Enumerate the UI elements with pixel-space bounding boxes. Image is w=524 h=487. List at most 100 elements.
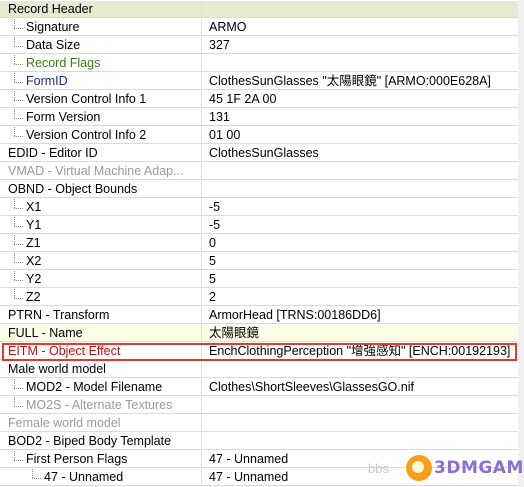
row-label: FormID	[26, 74, 68, 88]
tree-row[interactable]: Male world model	[0, 361, 524, 378]
tree-row[interactable]: Y1 -5	[0, 217, 524, 234]
tree-row[interactable]: Signature ARMO	[0, 19, 524, 36]
tree-guide-line	[14, 136, 23, 137]
tree-guide-line	[14, 379, 15, 388]
tree-row[interactable]: Version Control Info 2 01 00	[0, 127, 524, 144]
tree-guide-line	[14, 100, 23, 101]
tree-guide-line	[14, 91, 15, 100]
tree-guide-line	[14, 208, 23, 209]
row-label: Record Flags	[26, 56, 101, 70]
tree-guide-line	[14, 244, 23, 245]
tree-row[interactable]: Record Header	[0, 1, 524, 18]
row-label: X2	[26, 254, 42, 268]
row-value: -5	[209, 218, 221, 232]
column-separator	[201, 289, 202, 306]
column-separator	[201, 127, 202, 144]
column-separator	[201, 361, 202, 378]
tree-row[interactable]: EDID - Editor ID ClothesSunGlasses	[0, 145, 524, 162]
column-separator	[201, 199, 202, 216]
tree-guide-line	[14, 118, 23, 119]
tree-guide-line	[14, 37, 15, 46]
row-value: 太陽眼鏡	[209, 326, 260, 340]
row-label: Male world model	[8, 362, 106, 376]
tree-row[interactable]: Form Version 131	[0, 109, 524, 126]
tree-guide-line	[14, 451, 15, 460]
tree-guide-line	[14, 19, 15, 28]
row-label: First Person Flags	[26, 452, 128, 466]
column-separator	[201, 109, 202, 126]
tree-row[interactable]: MO2S - Alternate Textures	[0, 397, 524, 414]
column-separator	[201, 253, 202, 270]
watermark-logo-icon	[406, 455, 432, 481]
tree-guide-line	[14, 388, 23, 389]
column-separator	[201, 325, 202, 342]
tree-row[interactable]: FULL - Name 太陽眼鏡	[0, 325, 524, 342]
tree-row[interactable]: Z1 0	[0, 235, 524, 252]
watermark: bbs 3DMGAME	[368, 455, 524, 485]
tree-row[interactable]: Y2 5	[0, 271, 524, 288]
row-value: ClothesSunGlasses "太陽眼鏡" [ARMO:000E628A]	[209, 74, 491, 88]
tree-guide-line	[14, 28, 23, 29]
tree-guide-line	[14, 73, 15, 82]
tree-guide-line	[14, 253, 15, 262]
tree-row[interactable]: X1 -5	[0, 199, 524, 216]
tree-guide-line	[14, 217, 15, 226]
tree-guide-line	[14, 280, 23, 281]
tree-row[interactable]: Version Control Info 1 45 1F 2A 00	[0, 91, 524, 108]
column-separator	[201, 37, 202, 54]
row-label: Version Control Info 1	[26, 92, 147, 106]
column-separator	[201, 235, 202, 252]
column-separator	[201, 181, 202, 198]
row-label: Z2	[26, 290, 41, 304]
tree-row[interactable]: X2 5	[0, 253, 524, 270]
column-separator	[201, 19, 202, 36]
row-label: MOD2 - Model Filename	[26, 380, 163, 394]
vertical-scrollbar[interactable]	[518, 0, 524, 487]
tree-row[interactable]: Record Flags	[0, 55, 524, 72]
row-value: 47 - Unnamed	[209, 470, 289, 484]
watermark-bbs: bbs	[368, 461, 389, 476]
column-separator	[201, 145, 202, 162]
row-label: BOD2 - Biped Body Template	[8, 434, 172, 448]
row-value: 01 00	[209, 128, 241, 142]
row-value: 327	[209, 38, 230, 52]
row-label: VMAD - Virtual Machine Adap...	[8, 164, 184, 178]
row-label: X1	[26, 200, 42, 214]
tree-row[interactable]: BOD2 - Biped Body Template	[0, 433, 524, 450]
tree-guide-line	[14, 55, 15, 64]
tree-guide-line	[14, 64, 23, 65]
row-value: ClothesSunGlasses	[209, 146, 319, 160]
row-label: OBND - Object Bounds	[8, 182, 138, 196]
tree-guide-line	[14, 199, 15, 208]
column-separator	[201, 415, 202, 432]
row-label: Record Header	[8, 2, 93, 16]
row-value: ArmorHead [TRNS:00186DD6]	[209, 308, 381, 322]
tree-guide-line	[14, 271, 15, 280]
tree-guide-line	[14, 46, 23, 47]
row-value: 131	[209, 110, 230, 124]
row-value: 5	[209, 272, 216, 286]
column-separator	[201, 451, 202, 468]
tree-row[interactable]: OBND - Object Bounds	[0, 181, 524, 198]
tree-guide-line	[32, 478, 41, 479]
tree-row[interactable]: PTRN - Transform ArmorHead [TRNS:00186DD6…	[0, 307, 524, 324]
watermark-brand: 3DMGAME	[434, 458, 524, 478]
row-value: -5	[209, 200, 221, 214]
tree-guide-line	[14, 109, 15, 118]
tree-row[interactable]: Z2 2	[0, 289, 524, 306]
column-separator	[201, 73, 202, 90]
column-separator	[201, 217, 202, 234]
column-separator	[201, 469, 202, 486]
column-separator	[201, 433, 202, 450]
tree-row[interactable]: FormID ClothesSunGlasses "太陽眼鏡" [ARMO:000…	[0, 73, 524, 90]
tree-guide-line	[14, 397, 15, 406]
tree-row[interactable]: Female world model	[0, 415, 524, 432]
row-value: 2	[209, 290, 216, 304]
row-label: Form Version	[26, 110, 101, 124]
highlight-box	[2, 343, 517, 361]
tree-guide-line	[32, 469, 33, 478]
tree-row[interactable]: Data Size 327	[0, 37, 524, 54]
tree-row[interactable]: VMAD - Virtual Machine Adap...	[0, 163, 524, 180]
row-label: EDID - Editor ID	[8, 146, 98, 160]
tree-row[interactable]: MOD2 - Model Filename Clothes\ShortSleeve…	[0, 379, 524, 396]
